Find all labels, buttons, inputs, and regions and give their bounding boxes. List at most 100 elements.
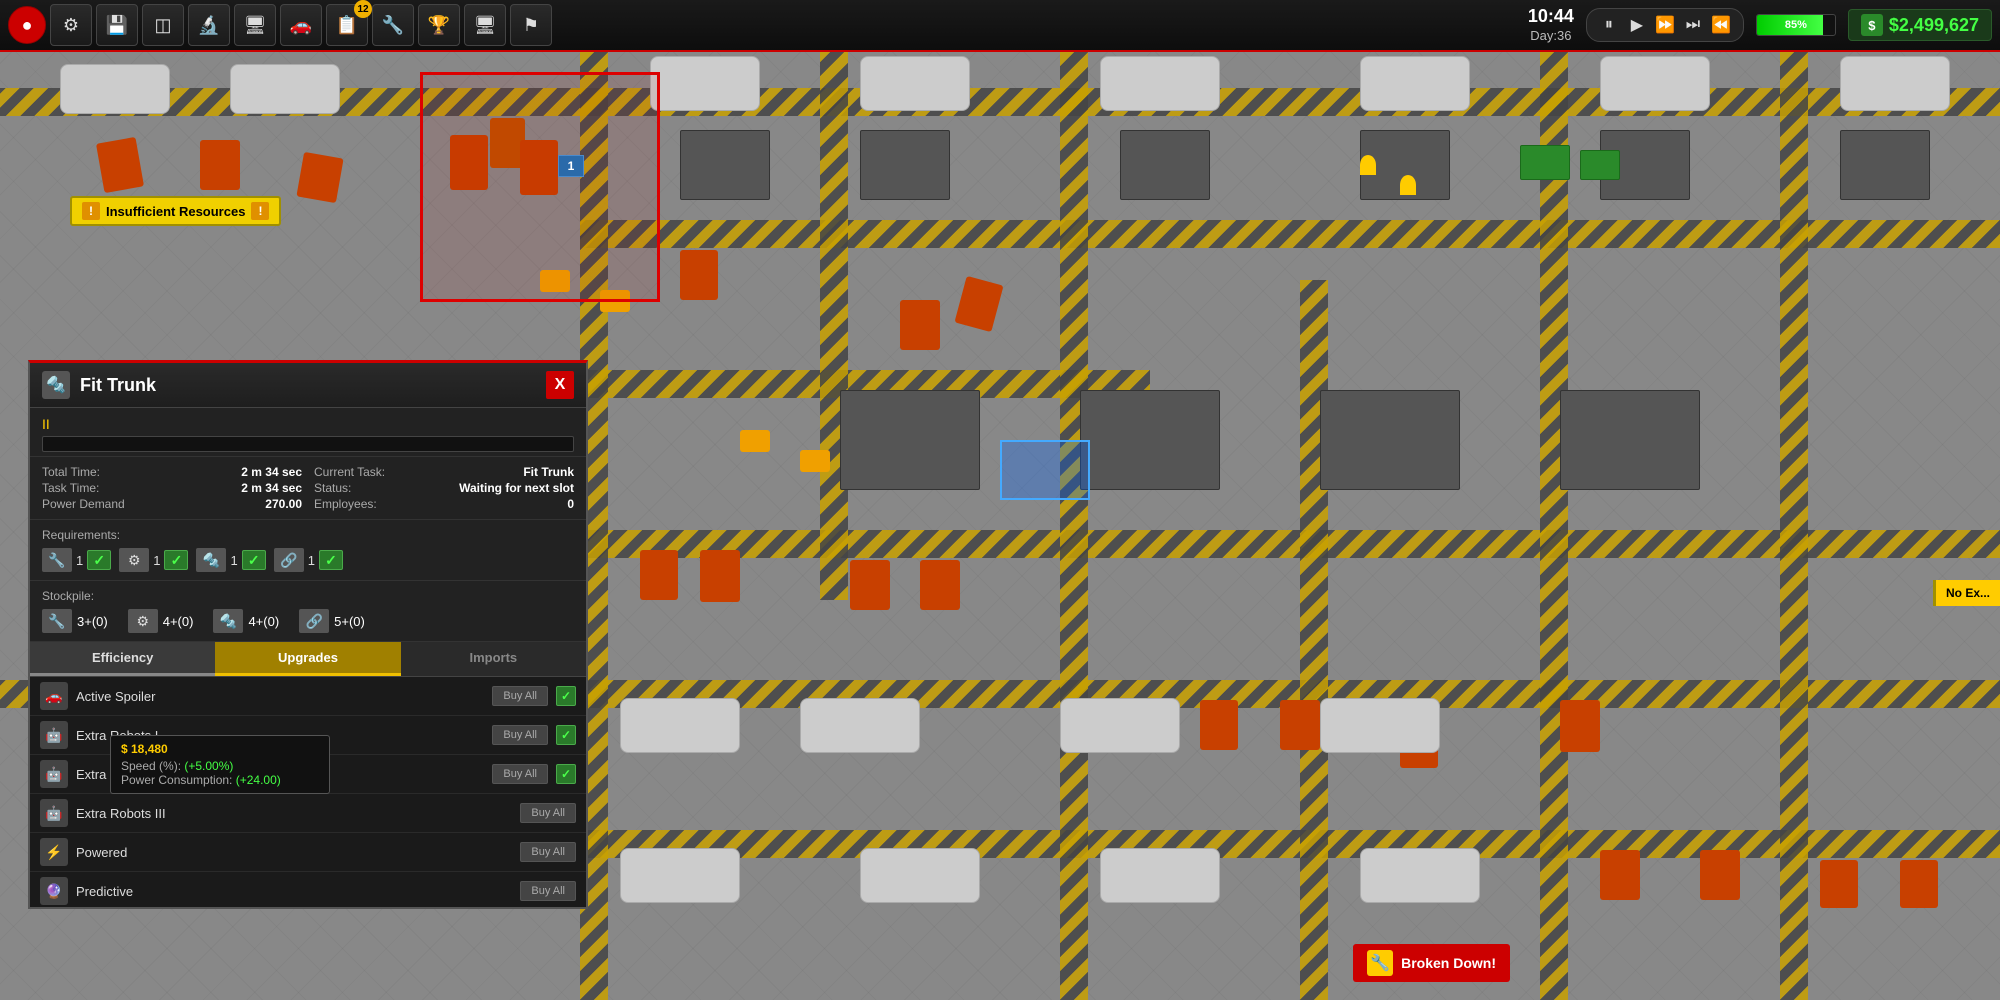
req-count-3: 1 — [308, 553, 315, 568]
conveyor-belt-v — [1300, 280, 1328, 1000]
tab-efficiency-label: Efficiency — [92, 650, 153, 665]
forklift — [800, 450, 830, 472]
close-button[interactable]: X — [546, 371, 574, 399]
panel-icon: 🔩 — [42, 371, 70, 399]
broken-down-banner: 🔧 Broken Down! — [1353, 944, 1510, 982]
monitor-icon: 🖥 — [244, 15, 267, 36]
robot — [1600, 850, 1640, 900]
top-bar: ● ⚙ 💾 ◫ 🔬 🖥 🚗 📋 12 🔧 🏆 🖥 ⚑ 10:44 Day:36 — [0, 0, 2000, 52]
stock-count-3: 5+(0) — [334, 614, 365, 629]
car-button[interactable]: 🚗 — [280, 4, 322, 46]
desktop-icon: 🖥 — [474, 15, 497, 36]
tabs-row: Efficiency Upgrades Imports — [30, 642, 586, 677]
tab-upgrades[interactable]: Upgrades — [215, 642, 400, 676]
tab-efficiency[interactable]: Efficiency — [30, 642, 215, 676]
current-task-value: Fit Trunk — [523, 465, 574, 479]
robot — [1200, 700, 1238, 750]
trophy-button[interactable]: 🏆 — [418, 4, 460, 46]
car-body — [60, 64, 170, 114]
tools-icon: 🔧 — [382, 15, 404, 36]
flag-icon: ⚑ — [523, 15, 539, 36]
car-body — [1600, 56, 1710, 111]
task-time-value: 2 m 34 sec — [241, 481, 302, 495]
upgrade-item-extra-robots-1[interactable]: 🤖 Extra Robots I Buy All ✓ — [30, 716, 586, 755]
time-display: 10:44 Day:36 — [1528, 6, 1574, 43]
stock-item-1: ⚙ 4+(0) — [128, 609, 194, 633]
req-icon-2: 🔩 — [196, 548, 226, 572]
no-exit-label: No Ex... — [1946, 586, 1990, 600]
flag-button[interactable]: ⚑ — [510, 4, 552, 46]
upgrade-icon-active-spoiler: 🚗 — [40, 682, 68, 710]
req-count-0: 1 — [76, 553, 83, 568]
microscope-button[interactable]: 🔬 — [188, 4, 230, 46]
upgrade-name-powered: Powered — [76, 845, 512, 860]
skip-button[interactable]: ⏪ — [1709, 13, 1733, 37]
upgrade-icon-extra-robots-2: 🤖 — [40, 760, 68, 788]
pause-button[interactable]: ⏸ — [1597, 13, 1621, 37]
upgrade-icon-extra-robots-3: 🤖 — [40, 799, 68, 827]
save-button[interactable]: 💾 — [96, 4, 138, 46]
status-row: Status: Waiting for next slot — [314, 481, 574, 495]
faster-button[interactable]: ⏭ — [1681, 13, 1705, 37]
progress-area: II — [30, 408, 586, 457]
robot — [1820, 860, 1858, 908]
upgrade-item-extra-robots-2[interactable]: 🤖 Extra Robots II Buy All ✓ — [30, 755, 586, 794]
buy-all-predictive[interactable]: Buy All — [520, 881, 576, 901]
upgrade-check-extra-robots-1: ✓ — [556, 725, 576, 745]
stock-icon-0: 🔧 — [42, 609, 72, 633]
upgrade-item-powered[interactable]: ⚡ Powered Buy All — [30, 833, 586, 872]
info-grid: Total Time: 2 m 34 sec Current Task: Fit… — [30, 457, 586, 520]
play-button[interactable]: ▶ — [1625, 13, 1649, 37]
upgrade-check-active-spoiler: ✓ — [556, 686, 576, 706]
money-amount: $2,499,627 — [1889, 15, 1979, 36]
buy-all-extra-robots-2[interactable]: Buy All — [492, 764, 548, 784]
play-icon: ▶ — [1631, 15, 1643, 35]
settings-button[interactable]: ⚙ — [50, 4, 92, 46]
layers-button[interactable]: ◫ — [142, 4, 184, 46]
logo-button[interactable]: ● — [8, 6, 46, 44]
total-time-label: Total Time: — [42, 465, 100, 479]
req-count-2: 1 — [230, 553, 237, 568]
upgrade-name-extra-robots-1: Extra Robots I — [76, 728, 484, 743]
stockpile-label: Stockpile: — [42, 589, 574, 603]
stock-count-0: 3+(0) — [77, 614, 108, 629]
worker — [1360, 155, 1376, 175]
robot — [296, 152, 343, 203]
buy-all-extra-robots-1[interactable]: Buy All — [492, 725, 548, 745]
desktop-button[interactable]: 🖥 — [464, 4, 506, 46]
power-bar: 85% — [1756, 14, 1836, 36]
faster-icon: ⏭ — [1686, 16, 1700, 34]
upgrade-item-extra-robots-3[interactable]: 🤖 Extra Robots III Buy All $ 18,480 Spee… — [30, 794, 586, 833]
car-body — [1060, 698, 1180, 753]
current-task-label: Current Task: — [314, 465, 385, 479]
tab-imports-label: Imports — [469, 650, 517, 665]
car-body — [860, 56, 970, 111]
req-check-3: ✓ — [319, 550, 343, 570]
requirements-row: 🔧 1 ✓ ⚙ 1 ✓ 🔩 1 ✓ 🔗 1 ✓ — [42, 548, 574, 572]
stock-count-2: 4+(0) — [248, 614, 279, 629]
top-bar-right: 10:44 Day:36 ⏸ ▶ ⏩ ⏭ ⏪ 85% — [1528, 6, 1992, 43]
buy-all-powered[interactable]: Buy All — [520, 842, 576, 862]
upgrade-item-active-spoiler[interactable]: 🚗 Active Spoiler Buy All ✓ — [30, 677, 586, 716]
trophy-icon: 🏆 — [428, 15, 450, 36]
upgrade-item-predictive[interactable]: 🔮 Predictive Buy All — [30, 872, 586, 907]
stockpile-row: 🔧 3+(0) ⚙ 4+(0) 🔩 4+(0) 🔗 5+(0) — [42, 609, 574, 633]
total-time-value: 2 m 34 sec — [241, 465, 302, 479]
upgrade-check-extra-robots-2: ✓ — [556, 764, 576, 784]
buy-all-active-spoiler[interactable]: Buy All — [492, 686, 548, 706]
robot — [1700, 850, 1740, 900]
stock-icon-1: ⚙ — [128, 609, 158, 633]
blueprint-button[interactable]: 📋 12 — [326, 4, 368, 46]
car-body — [1320, 698, 1440, 753]
tools-button[interactable]: 🔧 — [372, 4, 414, 46]
tab-imports[interactable]: Imports — [401, 642, 586, 676]
robot — [1560, 700, 1600, 752]
buy-all-extra-robots-3[interactable]: Buy All — [520, 803, 576, 823]
stock-icon-2: 🔩 — [213, 609, 243, 633]
car-body — [620, 698, 740, 753]
total-time-row: Total Time: 2 m 34 sec — [42, 465, 302, 479]
upgrade-name-extra-robots-3: Extra Robots III — [76, 806, 512, 821]
fast-forward-button[interactable]: ⏩ — [1653, 13, 1677, 37]
crate — [1580, 150, 1620, 180]
monitor-button[interactable]: 🖥 — [234, 4, 276, 46]
